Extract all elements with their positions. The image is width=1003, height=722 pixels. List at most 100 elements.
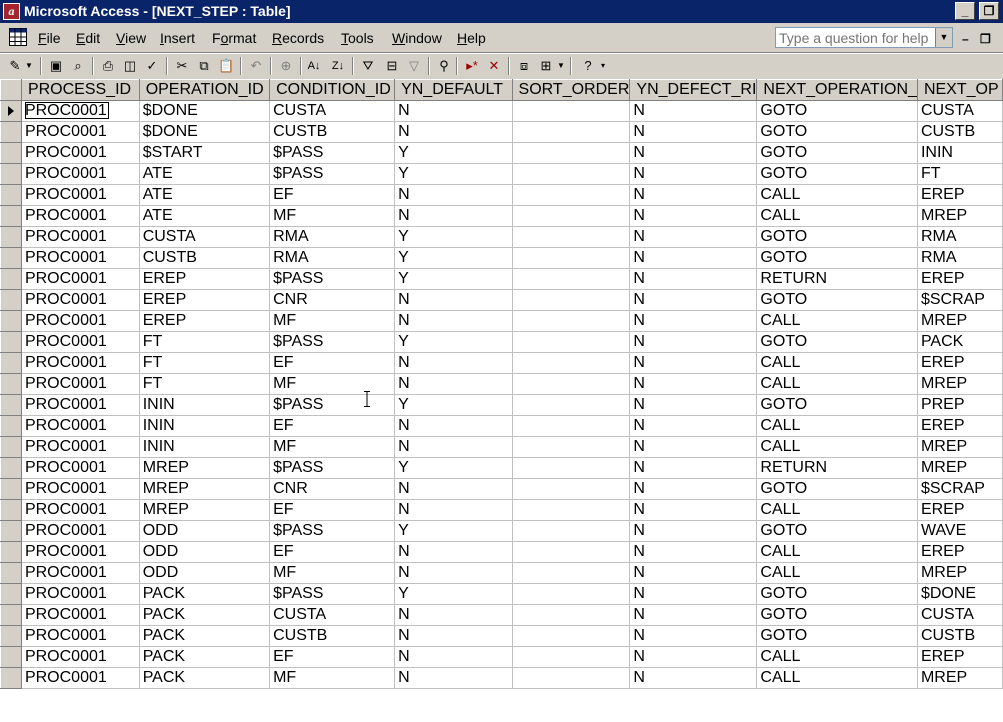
record-selector[interactable] [0, 142, 22, 164]
database-window-icon[interactable]: ⧈ [516, 58, 532, 74]
table-cell[interactable] [512, 226, 631, 248]
table-cell[interactable]: N [629, 163, 758, 185]
table-cell[interactable]: PROC0001 [21, 541, 140, 563]
document-restore-button[interactable]: ❐ [980, 32, 991, 46]
table-cell[interactable] [512, 478, 631, 500]
delete-record-icon[interactable]: ✕ [486, 58, 502, 74]
table-cell[interactable]: MF [269, 310, 396, 332]
record-selector[interactable] [0, 436, 22, 458]
table-cell[interactable]: N [629, 352, 758, 374]
print-icon[interactable]: ⎙ [100, 58, 116, 74]
table-cell[interactable]: RETURN [756, 268, 918, 290]
table-cell[interactable]: RMA [917, 226, 1003, 248]
table-cell[interactable]: PROC0001 [21, 289, 140, 311]
chevron-down-icon[interactable]: ▼ [556, 58, 566, 74]
column-header[interactable]: NEXT_OPERATION_ [756, 79, 918, 101]
record-selector[interactable] [0, 625, 22, 647]
table-cell[interactable]: PROC0001 [21, 646, 140, 668]
table-row[interactable]: PROC0001 CUSTA RMA Y N GOTO RMA [0, 226, 1003, 248]
find-icon[interactable]: ⚲ [436, 58, 452, 74]
record-selector[interactable] [0, 331, 22, 353]
table-cell[interactable]: MREP [917, 373, 1003, 395]
table-cell[interactable]: MF [269, 562, 396, 584]
table-cell[interactable]: N [629, 667, 758, 689]
table-cell[interactable]: EREP [917, 184, 1003, 206]
table-cell[interactable]: $PASS [269, 457, 396, 479]
sort-descending-icon[interactable]: Z↓ [330, 58, 346, 74]
table-cell[interactable]: CALL [756, 352, 918, 374]
chevron-down-icon[interactable]: ▼ [935, 28, 952, 47]
spelling-icon[interactable]: ✓ [144, 58, 160, 74]
table-cell[interactable]: PROC0001 [21, 520, 140, 542]
table-cell[interactable]: CALL [756, 667, 918, 689]
cut-icon[interactable]: ✂ [174, 58, 190, 74]
table-cell[interactable]: Y [394, 226, 513, 248]
table-cell[interactable]: RETURN [756, 457, 918, 479]
table-cell[interactable]: $PASS [269, 268, 396, 290]
table-cell[interactable]: ATE [139, 205, 271, 227]
table-cell[interactable]: N [629, 121, 758, 143]
table-cell[interactable]: $DONE [917, 583, 1003, 605]
table-cell[interactable]: CUSTA [269, 604, 396, 626]
table-cell[interactable]: PROC0001 [21, 163, 140, 185]
table-cell[interactable]: EREP [139, 289, 271, 311]
table-cell[interactable]: EREP [917, 541, 1003, 563]
table-cell[interactable] [512, 415, 631, 437]
table-row[interactable]: PROC0001 PACK CUSTA N N GOTO CUSTA [0, 604, 1003, 626]
chevron-down-icon[interactable]: ▼ [24, 58, 34, 74]
table-cell[interactable]: PROC0001 [21, 478, 140, 500]
table-cell[interactable]: CUSTA [917, 604, 1003, 626]
table-cell[interactable]: MF [269, 373, 396, 395]
record-selector[interactable] [0, 667, 22, 689]
table-cell[interactable]: CALL [756, 541, 918, 563]
table-row[interactable]: PROC0001 MREP EF N N CALL EREP [0, 499, 1003, 521]
table-cell[interactable]: ATE [139, 184, 271, 206]
table-cell[interactable]: PROC0001 [21, 352, 140, 374]
table-cell[interactable]: PROC0001 [21, 331, 140, 353]
record-selector[interactable] [0, 541, 22, 563]
table-row[interactable]: PROC0001 PACK MF N N CALL MREP [0, 667, 1003, 689]
table-cell[interactable]: N [629, 457, 758, 479]
table-cell[interactable]: EREP [917, 268, 1003, 290]
table-cell[interactable]: CALL [756, 184, 918, 206]
table-cell[interactable]: GOTO [756, 247, 918, 269]
table-cell[interactable]: $SCRAP [917, 478, 1003, 500]
new-object-icon[interactable]: ⊞ [538, 58, 554, 74]
table-cell[interactable]: EF [269, 184, 396, 206]
table-cell[interactable]: ODD [139, 562, 271, 584]
table-cell[interactable]: FT [139, 373, 271, 395]
table-cell[interactable]: N [394, 100, 513, 122]
table-cell[interactable]: N [394, 646, 513, 668]
table-row[interactable]: PROC0001 PACK $PASS Y N GOTO $DONE [0, 583, 1003, 605]
table-cell[interactable] [512, 205, 631, 227]
table-row[interactable]: PROC0001 $DONE CUSTA N N GOTO CUSTA [0, 100, 1003, 122]
table-cell[interactable]: N [629, 289, 758, 311]
table-cell[interactable]: N [394, 415, 513, 437]
table-cell[interactable]: N [394, 352, 513, 374]
menu-insert[interactable]: Insert [160, 30, 195, 46]
table-cell[interactable]: Y [394, 394, 513, 416]
table-row[interactable]: PROC0001 FT MF N N CALL MREP [0, 373, 1003, 395]
file-search-icon[interactable]: ⌕ [70, 58, 86, 74]
record-selector[interactable] [0, 646, 22, 668]
record-selector[interactable] [0, 205, 22, 227]
table-cell[interactable]: EF [269, 415, 396, 437]
table-cell[interactable]: MF [269, 436, 396, 458]
table-cell[interactable]: GOTO [756, 289, 918, 311]
table-cell[interactable]: PROC0001 [21, 562, 140, 584]
table-cell[interactable] [512, 646, 631, 668]
table-cell[interactable]: $PASS [269, 394, 396, 416]
table-cell[interactable]: N [394, 562, 513, 584]
table-cell[interactable] [512, 394, 631, 416]
table-cell[interactable]: PROC0001 [21, 373, 140, 395]
table-row[interactable]: PROC0001 ODD $PASS Y N GOTO WAVE [0, 520, 1003, 542]
table-cell[interactable]: CUSTB [269, 121, 396, 143]
table-row[interactable]: PROC0001 PACK CUSTB N N GOTO CUSTB [0, 625, 1003, 647]
table-cell[interactable]: N [629, 583, 758, 605]
table-cell[interactable]: MREP [917, 667, 1003, 689]
table-row[interactable]: PROC0001 FT $PASS Y N GOTO PACK [0, 331, 1003, 353]
datasheet[interactable]: PROCESS_ID OPERATION_ID CONDITION_ID YN_DEF… [0, 79, 1003, 722]
record-selector[interactable] [0, 415, 22, 437]
table-cell[interactable] [512, 100, 631, 122]
menu-file[interactable]: File [38, 30, 61, 46]
